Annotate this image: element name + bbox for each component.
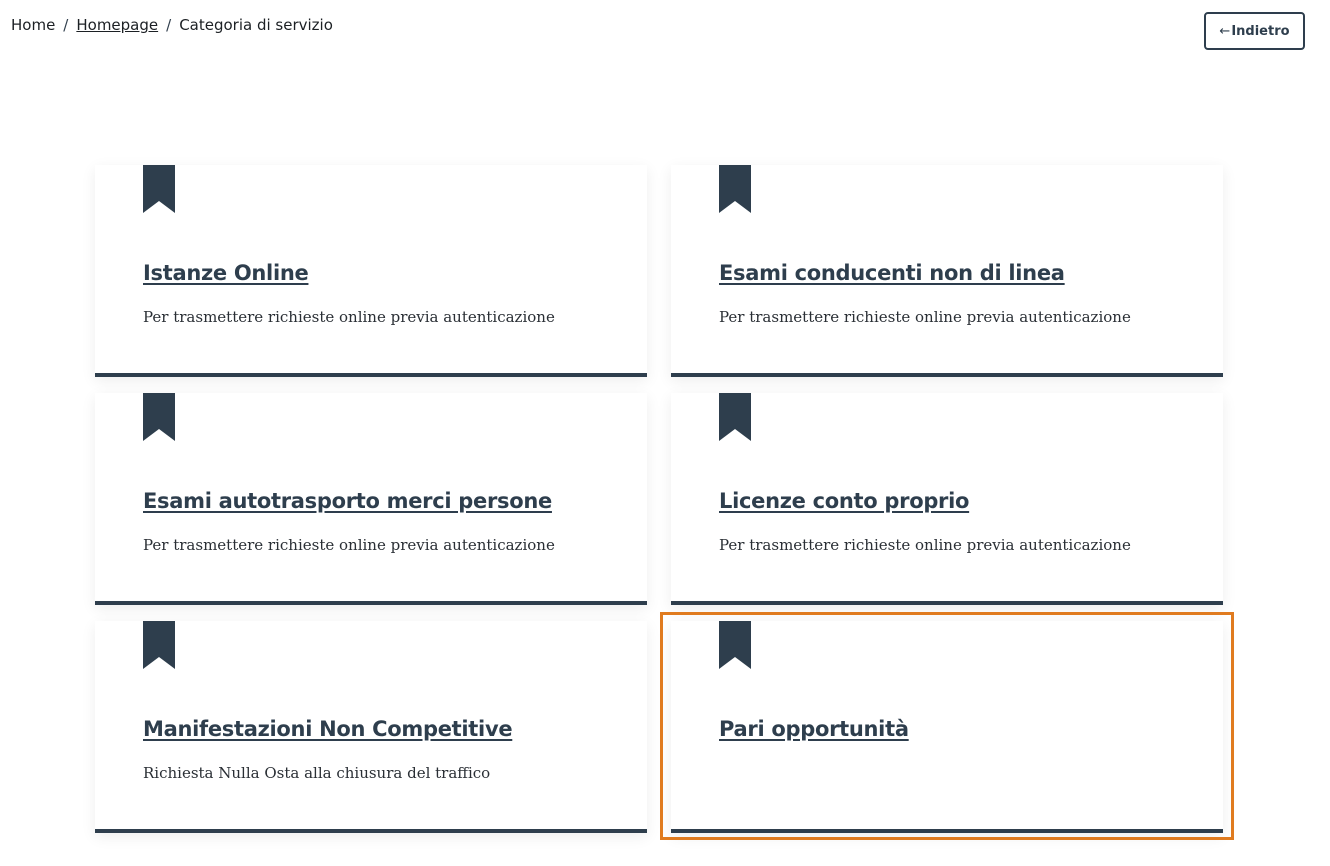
card-description: Per trasmettere richieste online previa …	[143, 308, 555, 326]
bookmark-icon	[719, 393, 751, 441]
arrow-left-icon: ←	[1219, 23, 1231, 39]
service-category-grid: Istanze Online Per trasmettere richieste…	[95, 165, 1234, 840]
breadcrumb-separator: /	[166, 16, 172, 34]
service-card-licenze-conto-proprio[interactable]: Licenze conto proprio Per trasmettere ri…	[671, 393, 1223, 605]
service-card-istanze-online[interactable]: Istanze Online Per trasmettere richieste…	[95, 165, 647, 377]
bookmark-icon	[143, 165, 175, 213]
bookmark-icon	[143, 621, 175, 669]
card-title-link[interactable]: Esami autotrasporto merci persone	[143, 489, 552, 513]
service-card-manifestazioni[interactable]: Manifestazioni Non Competitive Richiesta…	[95, 621, 647, 833]
breadcrumb-homepage-link[interactable]: Homepage	[76, 16, 158, 34]
service-card-esami-conducenti[interactable]: Esami conducenti non di linea Per trasme…	[671, 165, 1223, 377]
breadcrumb-home[interactable]: Home	[11, 16, 55, 34]
back-button[interactable]: ← Indietro	[1204, 12, 1305, 50]
breadcrumb: Home / Homepage / Categoria di servizio	[11, 16, 333, 34]
card-title-link[interactable]: Licenze conto proprio	[719, 489, 969, 513]
card-title-link[interactable]: Esami conducenti non di linea	[719, 261, 1065, 285]
bookmark-icon	[719, 621, 751, 669]
back-button-label: Indietro	[1231, 23, 1290, 39]
breadcrumb-current: Categoria di servizio	[179, 16, 333, 34]
breadcrumb-separator: /	[63, 16, 69, 34]
bookmark-icon	[719, 165, 751, 213]
service-card-pari-opportunita[interactable]: Pari opportunità	[660, 612, 1234, 840]
card-description: Richiesta Nulla Osta alla chiusura del t…	[143, 764, 491, 782]
card-title-link[interactable]: Istanze Online	[143, 261, 309, 285]
card-title-link[interactable]: Manifestazioni Non Competitive	[143, 717, 513, 741]
card-description: Per trasmettere richieste online previa …	[143, 536, 555, 554]
card-title-link[interactable]: Pari opportunità	[719, 717, 909, 741]
card-description: Per trasmettere richieste online previa …	[719, 536, 1131, 554]
bookmark-icon	[143, 393, 175, 441]
card-description: Per trasmettere richieste online previa …	[719, 308, 1131, 326]
service-card-esami-autotrasporto[interactable]: Esami autotrasporto merci persone Per tr…	[95, 393, 647, 605]
top-bar: Home / Homepage / Categoria di servizio ← Ind…	[0, 0, 1330, 60]
